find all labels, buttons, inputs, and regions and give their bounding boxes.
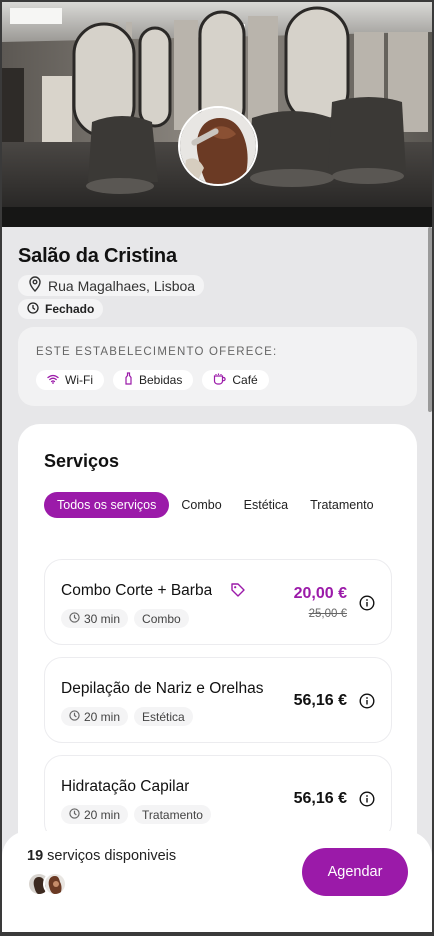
service-name: Combo Corte + Barba (61, 582, 213, 599)
service-category: Estética (134, 707, 193, 726)
location-pin-icon (28, 276, 42, 295)
service-name: Hidratação Capilar (61, 778, 190, 795)
salon-avatar (178, 106, 258, 186)
amenity-label: Wi-Fi (65, 373, 93, 387)
salon-page: Salão da Cristina Rua Magalhaes, Lisboa … (2, 2, 432, 932)
service-category: Tratamento (134, 805, 211, 824)
service-item[interactable]: Depilação de Nariz e Orelhas 20 min Esté… (44, 657, 392, 743)
services-count: 19 serviços disponiveis (27, 848, 176, 864)
amenity-drinks: Bebidas (112, 370, 194, 390)
service-item[interactable]: Hidratação Capilar 20 min Tratamento 56,… (44, 755, 392, 841)
amenity-coffee: Café (202, 370, 269, 390)
discount-tag-icon (230, 582, 246, 603)
service-price: 56,16 € (293, 692, 347, 709)
amenities-title: ESTE ESTABELECIMENTO OFERECE: (36, 346, 278, 358)
coffee-cup-icon (213, 373, 226, 388)
service-name: Depilação de Nariz e Orelhas (61, 680, 264, 697)
service-duration: 20 min (61, 707, 129, 726)
page-scrollbar[interactable] (428, 227, 432, 412)
tab-combo[interactable]: Combo (171, 492, 231, 518)
tab-estetica[interactable]: Estética (234, 492, 298, 518)
services-title: Serviços (44, 451, 120, 471)
clock-icon (69, 611, 80, 626)
info-icon[interactable] (359, 791, 375, 807)
amenity-wifi: Wi-Fi (36, 370, 104, 390)
info-icon[interactable] (359, 595, 375, 611)
amenity-label: Bebidas (138, 373, 183, 387)
clock-icon (69, 709, 80, 724)
opening-status-badge: Fechado (18, 299, 104, 319)
tab-all-services[interactable]: Todos os serviços (44, 492, 170, 518)
professional-avatar (43, 872, 67, 896)
services-count-number: 19 (27, 848, 44, 864)
bottle-icon (124, 372, 133, 388)
tab-tratamento[interactable]: Tratamento (300, 492, 383, 518)
amenities-panel: ESTE ESTABELECIMENTO OFERECE: Wi-Fi Bebi… (18, 327, 417, 406)
clock-icon (27, 301, 39, 317)
wifi-icon (47, 373, 59, 387)
booking-footer: 19 serviços disponiveis Agendar (2, 831, 432, 932)
clock-icon (69, 807, 80, 822)
salon-name: Salão da Cristina (18, 245, 177, 267)
service-item[interactable]: Combo Corte + Barba 30 min Combo 20,00 €… (44, 559, 392, 645)
service-price: 20,00 € (293, 585, 347, 602)
service-old-price: 25,00 € (308, 608, 347, 620)
info-icon[interactable] (359, 693, 375, 709)
opening-status-text: Fechado (45, 302, 95, 316)
service-price: 56,16 € (293, 790, 347, 807)
amenity-label: Café (232, 373, 258, 387)
salon-address[interactable]: Rua Magalhaes, Lisboa (18, 275, 205, 296)
book-button[interactable]: Agendar (302, 848, 408, 896)
service-duration: 30 min (61, 609, 129, 628)
service-category-tabs: Todos os serviços Combo Estética Tratamento (44, 492, 392, 518)
service-category: Combo (134, 609, 189, 628)
services-count-label: serviços disponiveis (47, 848, 177, 864)
service-duration: 20 min (61, 805, 129, 824)
salon-address-text: Rua Magalhaes, Lisboa (48, 277, 196, 294)
